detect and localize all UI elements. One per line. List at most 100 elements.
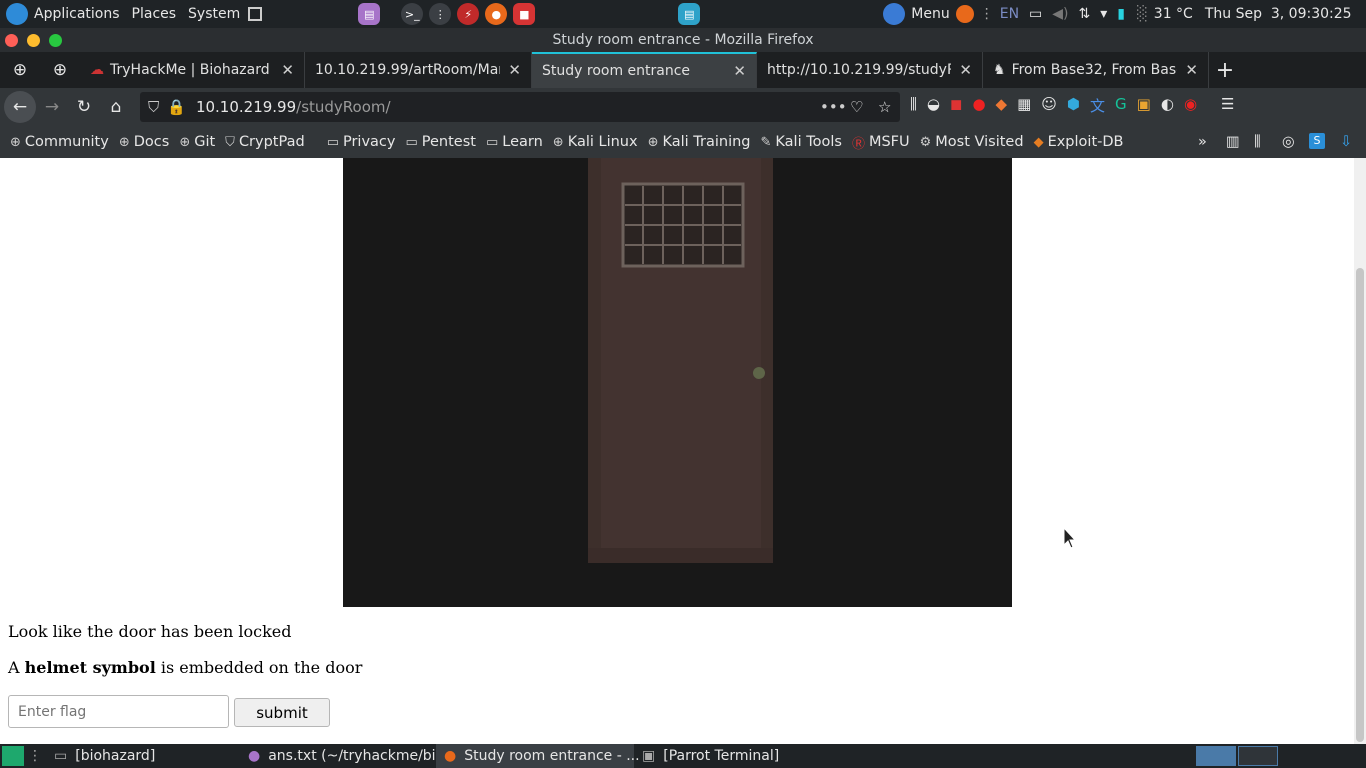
bookmark-kali-linux[interactable]: ⊕ Kali Linux (553, 134, 638, 150)
app-launcher-red-icon[interactable]: ■ (513, 3, 536, 25)
terminal-launcher-icon[interactable]: >_ (401, 3, 424, 25)
forward-button[interactable]: → (36, 91, 68, 123)
wappalyzer-icon[interactable]: ◆ (996, 95, 1008, 116)
task-firefox-study-room[interactable]: ● Study room entrance - ... (436, 744, 640, 768)
globe-icon-2[interactable]: ⊕ (40, 54, 80, 86)
bookmark-kali-tools[interactable]: ✎ Kali Tools (761, 134, 842, 150)
parrot-logo-icon[interactable] (6, 3, 28, 25)
notes-launcher-icon[interactable]: ▤ (678, 3, 701, 25)
insecure-lock-icon[interactable]: 🔒 (167, 98, 186, 116)
back-button[interactable]: ← (4, 91, 36, 123)
folder-icon: ▭ (326, 134, 339, 150)
foxyproxy-icon[interactable]: ◐ (1161, 95, 1174, 116)
downloads-icon[interactable]: ⇩ (1340, 134, 1352, 150)
tab-tryhackme[interactable]: ☁ TryHackMe | Biohazard ✕ (80, 52, 305, 88)
grammarly-icon[interactable]: G (1115, 95, 1127, 116)
weather-icon: ░ (1137, 6, 1148, 22)
shield-icon[interactable]: ⛉ (148, 98, 159, 116)
network-icon[interactable]: ⇅ (1079, 6, 1091, 22)
firefox-launcher-icon[interactable]: ● (485, 3, 508, 25)
msfu-icon: Ⓡ (851, 136, 865, 152)
clock[interactable]: Thu Sep 3, 09:30:25 (1205, 6, 1352, 22)
text-editor-launcher-icon[interactable]: ▤ (358, 3, 381, 25)
cookie-icon[interactable]: ◎ (1282, 134, 1295, 150)
submit-button[interactable]: submit (234, 698, 330, 727)
pocket-icon[interactable]: ♡ (850, 98, 863, 116)
close-tab-icon[interactable]: ✕ (273, 61, 294, 79)
hamburger-menu-icon[interactable]: ☰ (1221, 95, 1234, 116)
tab-study-room-entrance[interactable]: Study room entrance ✕ (532, 52, 757, 88)
bookmark-git[interactable]: ⊕ Git (179, 134, 215, 150)
menu-bird-icon[interactable] (883, 3, 906, 25)
menu-label[interactable]: Menu (905, 6, 955, 22)
temperature[interactable]: 31 °C (1154, 6, 1193, 22)
close-tab-icon[interactable]: ✕ (951, 61, 972, 79)
task-parrot-terminal[interactable]: ▣ [Parrot Terminal] (634, 744, 834, 768)
sidebar-icon[interactable]: ▥ (1226, 134, 1240, 150)
workspace-1-thumb[interactable] (1196, 746, 1236, 766)
bookmark-msfu[interactable]: Ⓡ MSFU (852, 133, 910, 152)
tab-artroom[interactable]: 10.10.219.99/artRoom/Mans ✕ (305, 52, 532, 88)
task-ans-txt[interactable]: ● ans.txt (~/tryhackme/bi... (240, 744, 449, 768)
bookmark-star-icon[interactable]: ☆ (878, 98, 891, 116)
s-extension-icon[interactable]: S (1309, 133, 1325, 149)
volume-icon[interactable]: ◀) (1052, 6, 1068, 22)
grid-extension-icon[interactable]: ▦ (1017, 95, 1031, 116)
workspace-switcher-icon[interactable] (248, 7, 263, 21)
extension-mask-icon[interactable]: ◒ (927, 95, 940, 116)
bookmark-docs[interactable]: ⊕ Docs (119, 134, 169, 150)
places-menu[interactable]: Places (126, 6, 183, 22)
url-bar[interactable]: ⛉ 🔒 10.10.219.99/studyRoom/ ••• ♡ ☆ (140, 92, 900, 122)
keyboard-layout[interactable]: EN (1000, 6, 1019, 22)
bookmark-cryptpad[interactable]: ⛉ CryptPad (225, 134, 305, 150)
workspace-2-thumb[interactable] (1238, 746, 1278, 766)
bookmark-folder-pentest[interactable]: ▭ Pentest (405, 134, 475, 150)
show-desktop-button[interactable] (2, 746, 24, 766)
close-tab-icon[interactable]: ✕ (500, 61, 521, 79)
home-button[interactable]: ⌂ (100, 91, 132, 123)
globe-icon[interactable]: ⊕ (0, 54, 40, 86)
reload-button[interactable]: ↻ (68, 91, 100, 123)
page-scrollbar[interactable] (1354, 158, 1366, 744)
root-terminal-launcher-icon[interactable]: ⋮ (429, 3, 452, 25)
scrollbar-thumb[interactable] (1356, 268, 1364, 742)
maximize-window-button[interactable] (49, 34, 62, 47)
terminal-extension-icon[interactable]: ▣ (1137, 95, 1151, 116)
tab-label: TryHackMe | Biohazard (110, 62, 270, 78)
translate-icon[interactable]: 文 (1090, 95, 1105, 116)
cube-extension-icon[interactable]: ⬢ (1067, 95, 1080, 116)
page-actions-icon[interactable]: ••• (820, 98, 847, 116)
bookmark-most-visited[interactable]: ⚙ Most Visited (920, 134, 1024, 150)
helmet-symbol-bold: helmet symbol (24, 658, 156, 677)
hand-extension-icon[interactable]: ● (972, 95, 985, 116)
user-agent-icon[interactable]: ☺ (1041, 95, 1057, 116)
firefox-tray-icon[interactable] (955, 5, 974, 23)
new-tab-button[interactable]: + (1209, 54, 1241, 86)
library-icon[interactable]: ⫼ (910, 95, 917, 116)
tab-cyberchef[interactable]: ♞ From Base32, From Base ✕ (983, 52, 1209, 88)
display-icon[interactable]: ▭ (1029, 6, 1042, 22)
battery-icon[interactable]: ▮ (1117, 6, 1125, 22)
bookmark-label: Kali Tools (775, 134, 842, 150)
bookmark-folder-privacy[interactable]: ▭ Privacy (327, 134, 396, 150)
bookmark-folder-learn[interactable]: ▭ Learn (486, 134, 543, 150)
tab-studyroom-url[interactable]: http://10.10.219.99/studyRo ✕ (757, 52, 983, 88)
task-biohazard-folder[interactable]: ▭ [biohazard] (46, 744, 240, 768)
ublock-icon[interactable]: ◼ (950, 95, 962, 116)
close-tab-icon[interactable]: ✕ (725, 62, 746, 80)
close-tab-icon[interactable]: ✕ (1177, 61, 1198, 79)
bookmark-exploit-db[interactable]: ◆ Exploit-DB (1034, 134, 1124, 150)
minimize-window-button[interactable] (27, 34, 40, 47)
wifi-icon[interactable]: ▾ (1100, 6, 1107, 22)
red-extension-icon[interactable]: ◉ (1184, 95, 1197, 116)
bookmark-kali-training[interactable]: ⊕ Kali Training (648, 134, 751, 150)
bookmarks-overflow-icon[interactable]: » (1198, 134, 1207, 150)
synced-tabs-icon[interactable]: ⫼ (1254, 134, 1261, 150)
applications-menu[interactable]: Applications (28, 6, 126, 22)
close-window-button[interactable] (5, 34, 18, 47)
system-top-bar: Applications Places System ▤ >_ ⋮ ⚡ ● ■ … (0, 0, 1366, 28)
system-menu[interactable]: System (182, 6, 246, 22)
flag-input[interactable] (8, 695, 229, 728)
tools-launcher-icon[interactable]: ⚡ (457, 3, 480, 25)
bookmark-community[interactable]: ⊕ Community (10, 134, 109, 150)
